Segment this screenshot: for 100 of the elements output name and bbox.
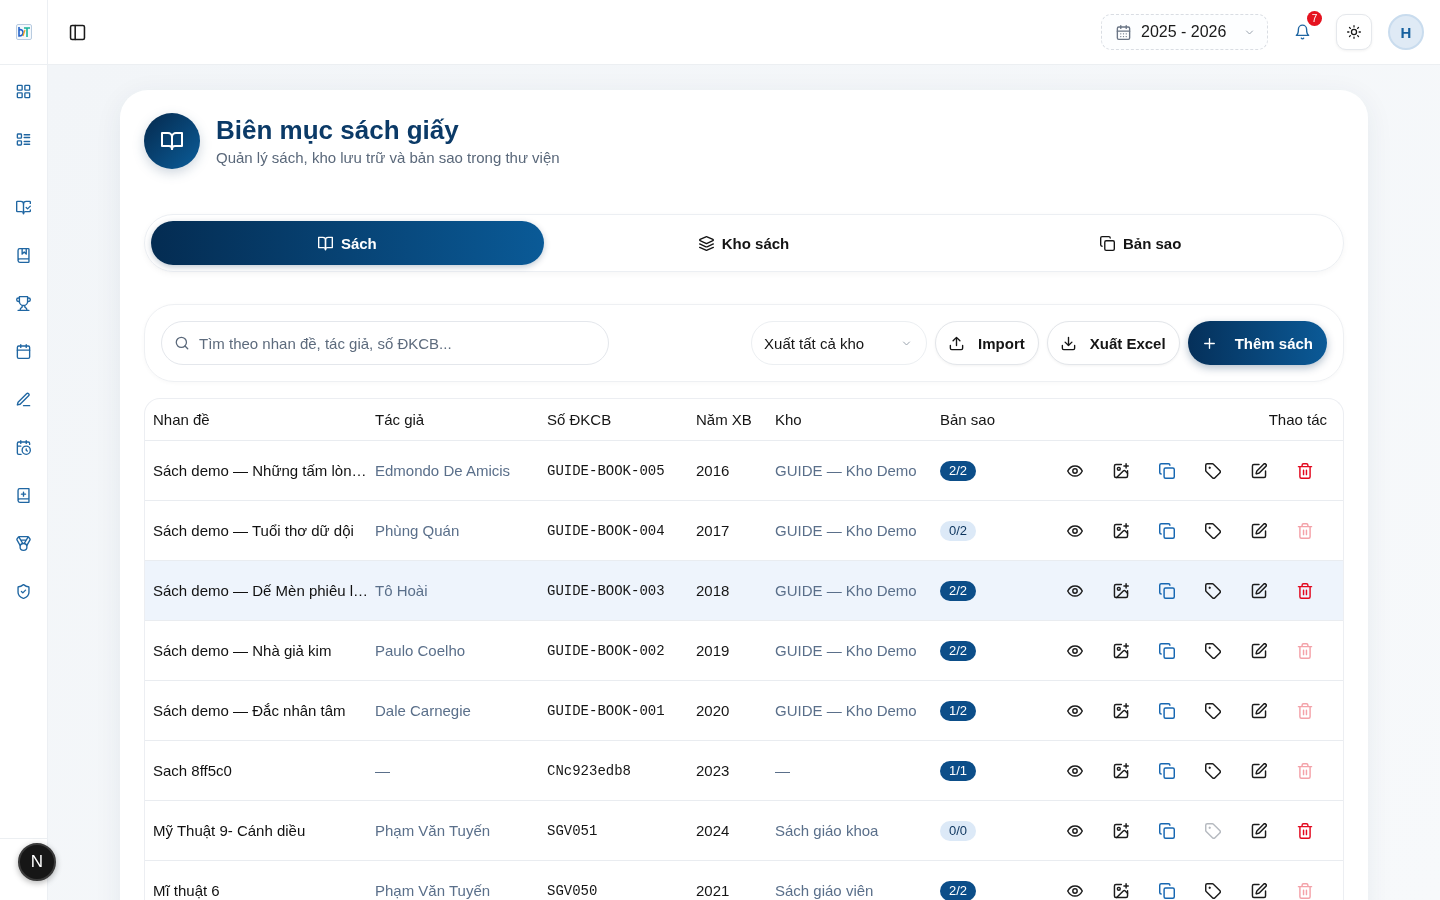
warehouse-name: GUIDE — Kho Demo <box>774 462 918 479</box>
image-plus-icon[interactable] <box>1113 822 1129 839</box>
table-row[interactable]: Sách demo — Đắc nhân tâm Dale Carnegie GUIDE-BOOK-001 2020 GUIDE — Kho Demo 1/2 <box>145 681 1343 741</box>
table-row[interactable]: Mỹ Thuật 9- Cánh diều Phạm Văn Tuyến SGV051 2024 Sách giáo khoa 0/0 <box>145 801 1343 861</box>
theme-toggle-button[interactable] <box>1336 14 1372 50</box>
image-plus-icon[interactable] <box>1113 462 1129 479</box>
trash-icon[interactable] <box>1297 462 1313 479</box>
image-plus-icon[interactable] <box>1113 582 1129 599</box>
section-tab[interactable]: Sách <box>151 221 544 265</box>
notification-count: 7 <box>1307 11 1322 26</box>
eye-icon[interactable] <box>1067 582 1083 599</box>
section-tab[interactable]: Kho sách <box>547 221 941 265</box>
pencil-square-icon[interactable] <box>1251 702 1267 719</box>
copy-icon[interactable] <box>1159 462 1175 479</box>
list-icon[interactable] <box>16 131 31 147</box>
tag-icon[interactable] <box>1205 582 1221 599</box>
trash-icon[interactable] <box>1297 582 1313 599</box>
book-title: Sách demo — Tuổi thơ dữ dội <box>152 522 355 539</box>
tag-icon[interactable] <box>1205 462 1221 479</box>
image-plus-icon[interactable] <box>1113 642 1129 659</box>
pencil-square-icon[interactable] <box>1251 582 1267 599</box>
copy-icon[interactable] <box>1159 582 1175 599</box>
dashboard-grid-icon[interactable] <box>16 83 31 99</box>
import-button[interactable]: Import <box>935 321 1039 365</box>
user-avatar[interactable]: H <box>1388 14 1424 50</box>
table-row[interactable]: Sach 8ff5c0 — CNc923edb8 2023 — 1/1 <box>145 741 1343 801</box>
pencil-square-icon[interactable] <box>1251 522 1267 539</box>
bookmark-book-icon[interactable] <box>16 247 31 263</box>
calendar-clock-icon[interactable] <box>16 439 31 455</box>
upload-icon <box>949 335 965 351</box>
warehouse-filter-select[interactable]: Xuất tất cả kho <box>751 321 928 365</box>
column-header: Bản sao <box>939 411 997 428</box>
pencil-square-icon[interactable] <box>1251 642 1267 659</box>
tag-icon[interactable] <box>1205 882 1221 899</box>
registration-number: GUIDE-BOOK-005 <box>546 462 666 479</box>
copy-icon[interactable] <box>1159 882 1175 899</box>
book-title: Sách demo — Đắc nhân tâm <box>152 702 347 719</box>
pencil-square-icon[interactable] <box>1251 462 1267 479</box>
layers-icon <box>698 235 714 251</box>
column-header: Tác giả <box>374 411 426 428</box>
eye-icon[interactable] <box>1067 642 1083 659</box>
tag-icon[interactable] <box>1205 702 1221 719</box>
copies-badge: 2/2 <box>940 460 977 481</box>
trash-icon[interactable] <box>1297 822 1313 839</box>
table-row[interactable]: Sách demo — Dế Mèn phiêu l… Tô Hoài GUIDE-BOOK-003 2018 GUIDE — Kho Demo 2/2 <box>145 561 1343 621</box>
publish-year: 2024 <box>695 822 731 839</box>
copy-icon[interactable] <box>1159 522 1175 539</box>
pencil-icon[interactable] <box>16 391 31 407</box>
eye-icon[interactable] <box>1067 522 1083 539</box>
eye-icon[interactable] <box>1067 462 1083 479</box>
table-row[interactable]: Sách demo — Nhà giả kim Paulo Coelho GUIDE-BOOK-002 2019 GUIDE — Kho Demo 2/2 <box>145 621 1343 681</box>
copy-icon[interactable] <box>1159 822 1175 839</box>
export-button[interactable]: Xuất Excel <box>1046 321 1180 365</box>
image-plus-icon[interactable] <box>1113 702 1129 719</box>
app-logo-icon[interactable] <box>15 24 32 40</box>
book-check-icon[interactable] <box>16 199 31 215</box>
column-header: Kho <box>774 411 803 428</box>
warehouse-name: GUIDE — Kho Demo <box>774 582 918 599</box>
medal-icon[interactable] <box>16 535 31 551</box>
copy-icon[interactable] <box>1159 702 1175 719</box>
copy-icon <box>1099 235 1115 251</box>
eye-icon[interactable] <box>1067 702 1083 719</box>
eye-icon[interactable] <box>1067 762 1083 779</box>
image-plus-icon[interactable] <box>1113 522 1129 539</box>
image-plus-icon[interactable] <box>1113 882 1129 899</box>
warehouse-name: GUIDE — Kho Demo <box>774 522 918 539</box>
table-row[interactable]: Mĩ thuật 6 Phạm Văn Tuyến SGV050 2021 Sách giáo viên 2/2 <box>145 861 1343 900</box>
pencil-square-icon[interactable] <box>1251 822 1267 839</box>
table-row[interactable]: Sách demo — Những tấm lòn… Edmondo De Amicis GUIDE-BOOK-005 2016 GUIDE — Kho Demo 2/2 <box>145 441 1343 501</box>
add-button[interactable]: Thêm sách <box>1187 321 1327 365</box>
tag-icon[interactable] <box>1205 522 1221 539</box>
book-open-icon <box>144 113 200 169</box>
search-field[interactable]: Tìm theo nhan đề, tác giả, số ĐKCB... <box>161 321 609 365</box>
publish-year: 2023 <box>695 762 731 779</box>
copy-icon[interactable] <box>1159 642 1175 659</box>
copies-badge: 2/2 <box>940 640 977 661</box>
calendar-icon[interactable] <box>16 343 31 359</box>
warehouse-name: GUIDE — Kho Demo <box>774 702 918 719</box>
author-name: Phạm Văn Tuyến <box>374 882 492 899</box>
book-title: Sach 8ff5c0 <box>152 762 233 779</box>
sidebar-panel-icon[interactable] <box>69 23 86 41</box>
shield-check-icon[interactable] <box>16 583 31 599</box>
bell-icon[interactable] <box>1294 24 1310 40</box>
image-plus-icon[interactable] <box>1113 762 1129 779</box>
section-tab[interactable]: Bản sao <box>944 221 1337 265</box>
pencil-square-icon[interactable] <box>1251 882 1267 899</box>
eye-icon[interactable] <box>1067 822 1083 839</box>
tag-icon[interactable] <box>1205 642 1221 659</box>
column-header: Năm XB <box>695 411 753 428</box>
book-title: Sách demo — Dế Mèn phiêu l… <box>152 582 367 599</box>
school-year-select[interactable]: 2025 - 2026 <box>1101 14 1268 50</box>
eye-icon[interactable] <box>1067 882 1083 899</box>
pencil-square-icon[interactable] <box>1251 762 1267 779</box>
page-subtitle: Quản lý sách, kho lưu trữ và bản sao trong thư viện <box>216 148 560 168</box>
publish-year: 2020 <box>695 702 731 719</box>
trophy-icon[interactable] <box>16 295 31 311</box>
book-plus-icon[interactable] <box>16 487 31 503</box>
publish-year: 2021 <box>695 882 731 899</box>
tag-icon[interactable] <box>1205 762 1221 779</box>
copy-icon[interactable] <box>1159 762 1175 779</box>
